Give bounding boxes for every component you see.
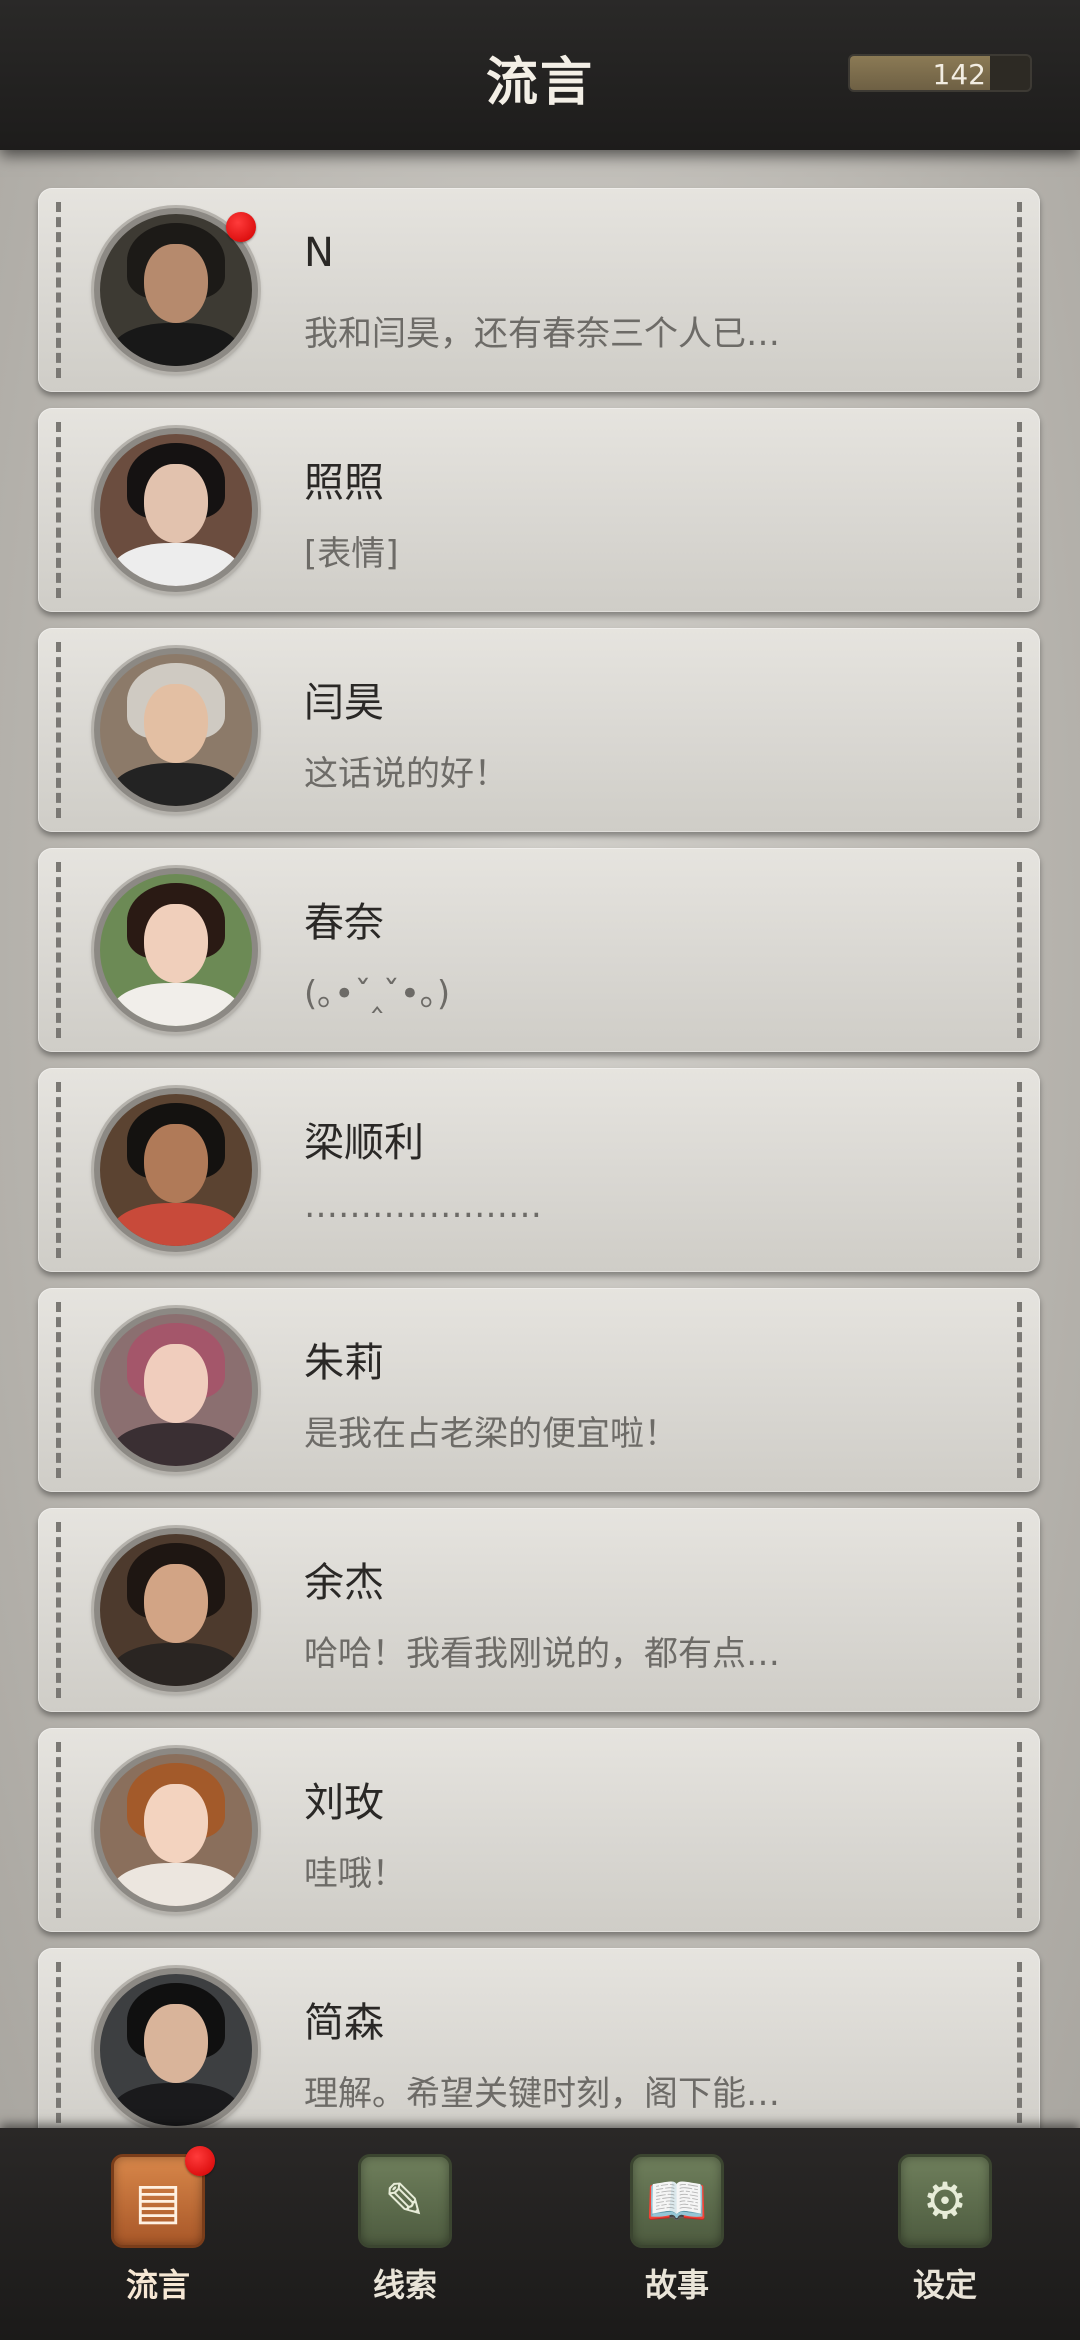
- card-stitch-left: [56, 1742, 61, 1918]
- unread-dot: [226, 212, 256, 242]
- nav-tab-open-book[interactable]: 📖 故事: [612, 2154, 742, 2324]
- card-stitch-left: [56, 422, 61, 598]
- avatar[interactable]: [94, 1968, 258, 2130]
- message-preview: 我和闫昊，还有春奈三个人已…: [304, 314, 780, 354]
- screen: 流言 142 N 我和闫昊，还有春奈三个人已… 照照 [表情] 闫昊这话说的好！ 春奈 (｡…: [0, 0, 1080, 2340]
- avatar-face: [144, 1784, 208, 1864]
- contact-card[interactable]: 简森理解。希望关键时刻，阁下能…: [38, 1948, 1040, 2130]
- contact-name: 照照: [304, 460, 384, 506]
- message-preview: 理解。希望关键时刻，阁下能…: [304, 2074, 780, 2114]
- card-stitch-right: [1017, 1082, 1022, 1258]
- contact-card[interactable]: 朱莉是我在占老梁的便宜啦！: [38, 1288, 1040, 1492]
- message-preview: …………………: [304, 1186, 542, 1226]
- avatar[interactable]: [94, 1308, 258, 1472]
- avatar-body: [112, 1203, 240, 1246]
- contact-name: 闫昊: [304, 680, 384, 726]
- message-preview: 哈哈！我看我刚说的，都有点…: [304, 1634, 780, 1674]
- avatar-face: [144, 464, 208, 544]
- avatar-face: [144, 244, 208, 324]
- avatar-face: [144, 1124, 208, 1204]
- contact-name: 简森: [304, 2000, 384, 2046]
- message-preview: [表情]: [304, 534, 399, 574]
- contact-card[interactable]: 春奈 (｡•ˇ‸ˇ•｡): [38, 848, 1040, 1052]
- message-preview: 哇哦！: [304, 1854, 406, 1894]
- avatar-face: [144, 684, 208, 764]
- open-book-icon: 📖: [630, 2154, 724, 2248]
- card-stitch-left: [56, 642, 61, 818]
- message-preview: (｡•ˇ‸ˇ•｡): [304, 974, 451, 1014]
- contact-name: 梁顺利: [304, 1120, 424, 1166]
- avatar[interactable]: [94, 1748, 258, 1912]
- avatar-body: [112, 543, 240, 586]
- contact-list: N 我和闫昊，还有春奈三个人已… 照照 [表情] 闫昊这话说的好！ 春奈 (｡•ˇ‸ˇ•｡)…: [0, 150, 1080, 2130]
- card-stitch-left: [56, 1302, 61, 1478]
- card-stitch-left: [56, 862, 61, 1038]
- contact-name: 余杰: [304, 1560, 384, 1606]
- avatar-face: [144, 1344, 208, 1424]
- card-stitch-right: [1017, 1962, 1022, 2130]
- nav-label: 流言: [125, 2266, 190, 2304]
- nav-label: 设定: [912, 2266, 977, 2304]
- avatar-body: [112, 763, 240, 806]
- bottom-nav: ▤ 流言 ✎ 线索 📖 故事 ⚙ 设定: [0, 2128, 1080, 2340]
- currency-value: 142: [932, 58, 986, 91]
- nav-tab-document[interactable]: ▤ 流言: [93, 2146, 223, 2324]
- contact-card[interactable]: 刘玫哇哦！: [38, 1728, 1040, 1932]
- card-stitch-right: [1017, 1302, 1022, 1478]
- contact-name: N: [304, 230, 334, 276]
- nav-label: 故事: [644, 2266, 709, 2304]
- avatar-body: [112, 1863, 240, 1906]
- avatar-body: [112, 1643, 240, 1686]
- message-preview: 是我在占老梁的便宜啦！: [304, 1414, 678, 1454]
- card-stitch-left: [56, 1082, 61, 1258]
- contact-card[interactable]: N 我和闫昊，还有春奈三个人已…: [38, 188, 1040, 392]
- nav-tab-notepad-pen[interactable]: ✎ 线索: [340, 2154, 470, 2324]
- message-preview: 这话说的好！: [304, 754, 508, 794]
- card-stitch-left: [56, 1962, 61, 2130]
- avatar-face: [144, 904, 208, 984]
- avatar[interactable]: [94, 1088, 258, 1252]
- avatar-face: [144, 2004, 208, 2084]
- avatar-body: [112, 323, 240, 366]
- gears-icon: ⚙: [898, 2154, 992, 2248]
- nav-label: 线索: [372, 2266, 437, 2304]
- avatar-body: [112, 983, 240, 1026]
- card-stitch-right: [1017, 1742, 1022, 1918]
- card-stitch-right: [1017, 422, 1022, 598]
- contact-card[interactable]: 余杰哈哈！我看我刚说的，都有点…: [38, 1508, 1040, 1712]
- contact-card[interactable]: 闫昊这话说的好！: [38, 628, 1040, 832]
- unread-dot: [185, 2146, 215, 2176]
- card-stitch-right: [1017, 642, 1022, 818]
- avatar[interactable]: [94, 428, 258, 592]
- top-bar: 流言 142: [0, 0, 1080, 150]
- avatar[interactable]: [94, 868, 258, 1032]
- avatar[interactable]: [94, 648, 258, 812]
- currency-meter[interactable]: 142: [848, 54, 1032, 92]
- contact-name: 朱莉: [304, 1340, 384, 1386]
- avatar[interactable]: [94, 1528, 258, 1692]
- nav-tab-gears[interactable]: ⚙ 设定: [880, 2154, 1010, 2324]
- contact-name: 春奈: [304, 900, 384, 946]
- card-stitch-right: [1017, 202, 1022, 378]
- notepad-pen-icon: ✎: [358, 2154, 452, 2248]
- contact-card[interactable]: 照照 [表情]: [38, 408, 1040, 612]
- contact-card[interactable]: 梁顺利 …………………: [38, 1068, 1040, 1272]
- card-stitch-right: [1017, 862, 1022, 1038]
- avatar-face: [144, 1564, 208, 1644]
- card-stitch-left: [56, 202, 61, 378]
- contact-name: 刘玫: [304, 1780, 384, 1826]
- card-stitch-left: [56, 1522, 61, 1698]
- avatar-body: [112, 1423, 240, 1466]
- avatar-body: [112, 2083, 240, 2126]
- card-stitch-right: [1017, 1522, 1022, 1698]
